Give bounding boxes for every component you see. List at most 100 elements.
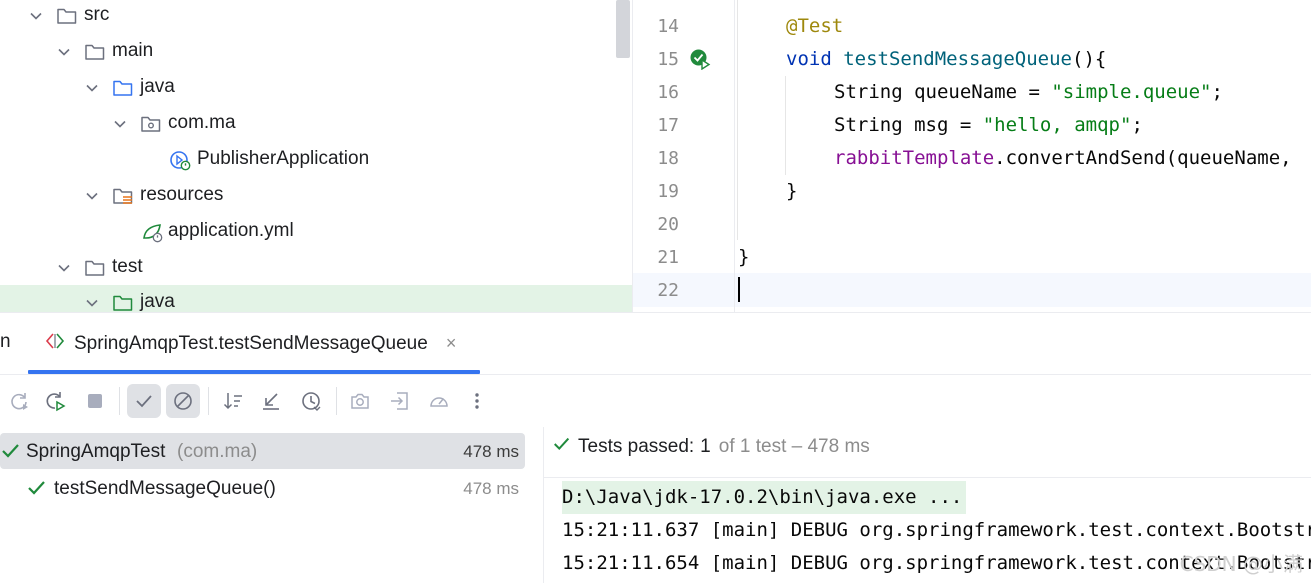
run-test-passed-icon[interactable] — [689, 48, 711, 71]
code-editor[interactable]: 14 15 16 17 18 19 20 21 22 @Test void te… — [633, 0, 1311, 312]
code-token: ; — [1131, 114, 1143, 136]
test-passed-icon — [0, 440, 22, 468]
indent-guide — [737, 0, 738, 240]
console-separator — [544, 477, 1311, 478]
show-passed-icon[interactable] — [127, 384, 161, 418]
tree-item-main[interactable]: main — [0, 34, 632, 70]
rerun-icon[interactable] — [2, 384, 36, 418]
console-command-line[interactable]: D:\Java\jdk-17.0.2\bin\java.exe ... — [562, 481, 967, 514]
tree-item-label: com.ma — [168, 112, 236, 133]
chevron-down-icon[interactable] — [28, 8, 44, 24]
toolbar-separator — [208, 387, 209, 415]
status-summary: of 1 test – 478 ms — [718, 436, 870, 457]
folder-icon — [84, 41, 106, 63]
test-duration: 478 ms — [463, 479, 519, 498]
test-passed-icon — [26, 477, 48, 505]
chevron-down-icon[interactable] — [84, 188, 100, 204]
code-line-14: @Test — [786, 10, 843, 43]
text-caret — [738, 277, 740, 302]
tree-item-src[interactable]: src — [0, 0, 632, 34]
test-suite-row[interactable]: SpringAmqpTest (com.ma) 478 ms — [0, 433, 525, 469]
code-token: (){ — [1072, 48, 1107, 70]
chevron-down-icon[interactable] — [84, 295, 100, 311]
line-number: 19 — [657, 181, 679, 202]
tree-item-java-test[interactable]: java — [0, 285, 632, 312]
console-output[interactable]: Tests passed: 1 of 1 test – 478 ms D:\Ja… — [544, 427, 1311, 583]
tree-item-label: java — [140, 291, 175, 312]
test-status-line: Tests passed: 1 of 1 test – 478 ms — [552, 435, 870, 459]
gutter-separator — [734, 0, 735, 312]
toolbar-separator — [119, 387, 120, 415]
chevron-down-icon[interactable] — [112, 116, 128, 132]
code-line-21: } — [738, 246, 750, 268]
line-number: 20 — [657, 214, 679, 235]
tree-item-label: resources — [140, 184, 224, 205]
chevron-down-icon[interactable] — [56, 260, 72, 276]
annotation-token: @Test — [786, 15, 844, 37]
string-token: "hello, amqp" — [982, 114, 1132, 136]
tree-item-label: PublisherApplication — [197, 148, 370, 169]
tree-item-label: main — [112, 40, 154, 61]
folder-icon — [56, 5, 78, 27]
line-number: 21 — [657, 247, 679, 268]
line-number: 15 — [657, 49, 679, 70]
toolbar-separator — [336, 387, 337, 415]
tree-item-application-yml[interactable]: application.yml — [0, 214, 632, 250]
more-icon[interactable] — [460, 384, 494, 418]
stop-icon[interactable] — [78, 384, 112, 418]
source-folder-icon — [112, 77, 134, 99]
line-number: 18 — [657, 148, 679, 169]
project-tree: src main java com.ma PublisherApplicatio… — [0, 0, 632, 312]
tree-item-label: test — [112, 256, 143, 277]
resources-folder-icon — [112, 185, 134, 207]
line-number: 17 — [657, 115, 679, 136]
line-number: 16 — [657, 82, 679, 103]
chevron-down-icon[interactable] — [84, 80, 100, 96]
collapse-icon[interactable] — [254, 384, 288, 418]
field-token: rabbitTemplate — [834, 147, 995, 169]
line-number: 14 — [657, 16, 679, 37]
status-prefix: Tests passed: — [578, 436, 695, 457]
code-line-18: rabbitTemplate.convertAndSend(queueName, — [834, 142, 1292, 175]
tree-scrollbar[interactable] — [616, 0, 630, 58]
status-count: 1 — [700, 436, 711, 457]
tree-item-java-source[interactable]: java — [0, 70, 632, 106]
previous-tab-label[interactable]: n — [0, 331, 11, 353]
import-icon[interactable] — [383, 384, 417, 418]
tree-item-resources[interactable]: resources — [0, 178, 632, 214]
test-suite-package: (com.ma) — [177, 441, 258, 462]
run-tab-bar: n SpringAmqpTest.testSendMessageQueue × — [0, 313, 1311, 374]
code-token: String queueName = — [834, 81, 1052, 103]
keyword-token: void — [786, 48, 832, 70]
coverage-icon[interactable] — [422, 384, 456, 418]
test-case-row[interactable]: testSendMessageQueue() 478 ms — [0, 470, 525, 506]
history-icon[interactable] — [294, 384, 328, 418]
folder-icon — [84, 257, 106, 279]
test-results-tree: SpringAmqpTest (com.ma) 478 ms testSendM… — [0, 427, 543, 583]
test-passed-icon — [552, 434, 572, 460]
screenshot-icon[interactable] — [343, 384, 377, 418]
show-ignored-icon[interactable] — [166, 384, 200, 418]
tree-item-label: src — [84, 4, 110, 25]
close-tab-icon[interactable]: × — [446, 333, 457, 354]
tree-item-label: java — [140, 76, 175, 97]
tab-run-config[interactable]: SpringAmqpTest.testSendMessageQueue × — [36, 313, 456, 374]
sort-icon[interactable] — [216, 384, 250, 418]
code-line-19: } — [786, 180, 798, 202]
tree-item-com-ma[interactable]: com.ma — [0, 106, 632, 142]
test-case-name: testSendMessageQueue() — [54, 478, 276, 499]
console-log-line: 15:21:11.637 [main] DEBUG org.springfram… — [562, 519, 1311, 541]
tree-item-publisher-application[interactable]: PublisherApplication — [0, 142, 632, 178]
tab-label: SpringAmqpTest.testSendMessageQueue — [74, 332, 428, 354]
run-toolbar — [0, 375, 1311, 427]
code-line-17: String msg = "hello, amqp"; — [834, 109, 1143, 142]
code-line-15: void testSendMessageQueue(){ — [786, 43, 1106, 76]
code-line-16: String queueName = "simple.queue"; — [834, 76, 1223, 109]
string-token: "simple.queue" — [1051, 81, 1212, 103]
indent-guide — [785, 76, 786, 175]
chevron-down-icon[interactable] — [56, 44, 72, 60]
rerun-failed-icon[interactable] — [38, 384, 72, 418]
tree-item-test[interactable]: test — [0, 250, 632, 286]
junit-icon — [44, 331, 66, 357]
method-name-token: testSendMessageQueue — [843, 48, 1072, 70]
